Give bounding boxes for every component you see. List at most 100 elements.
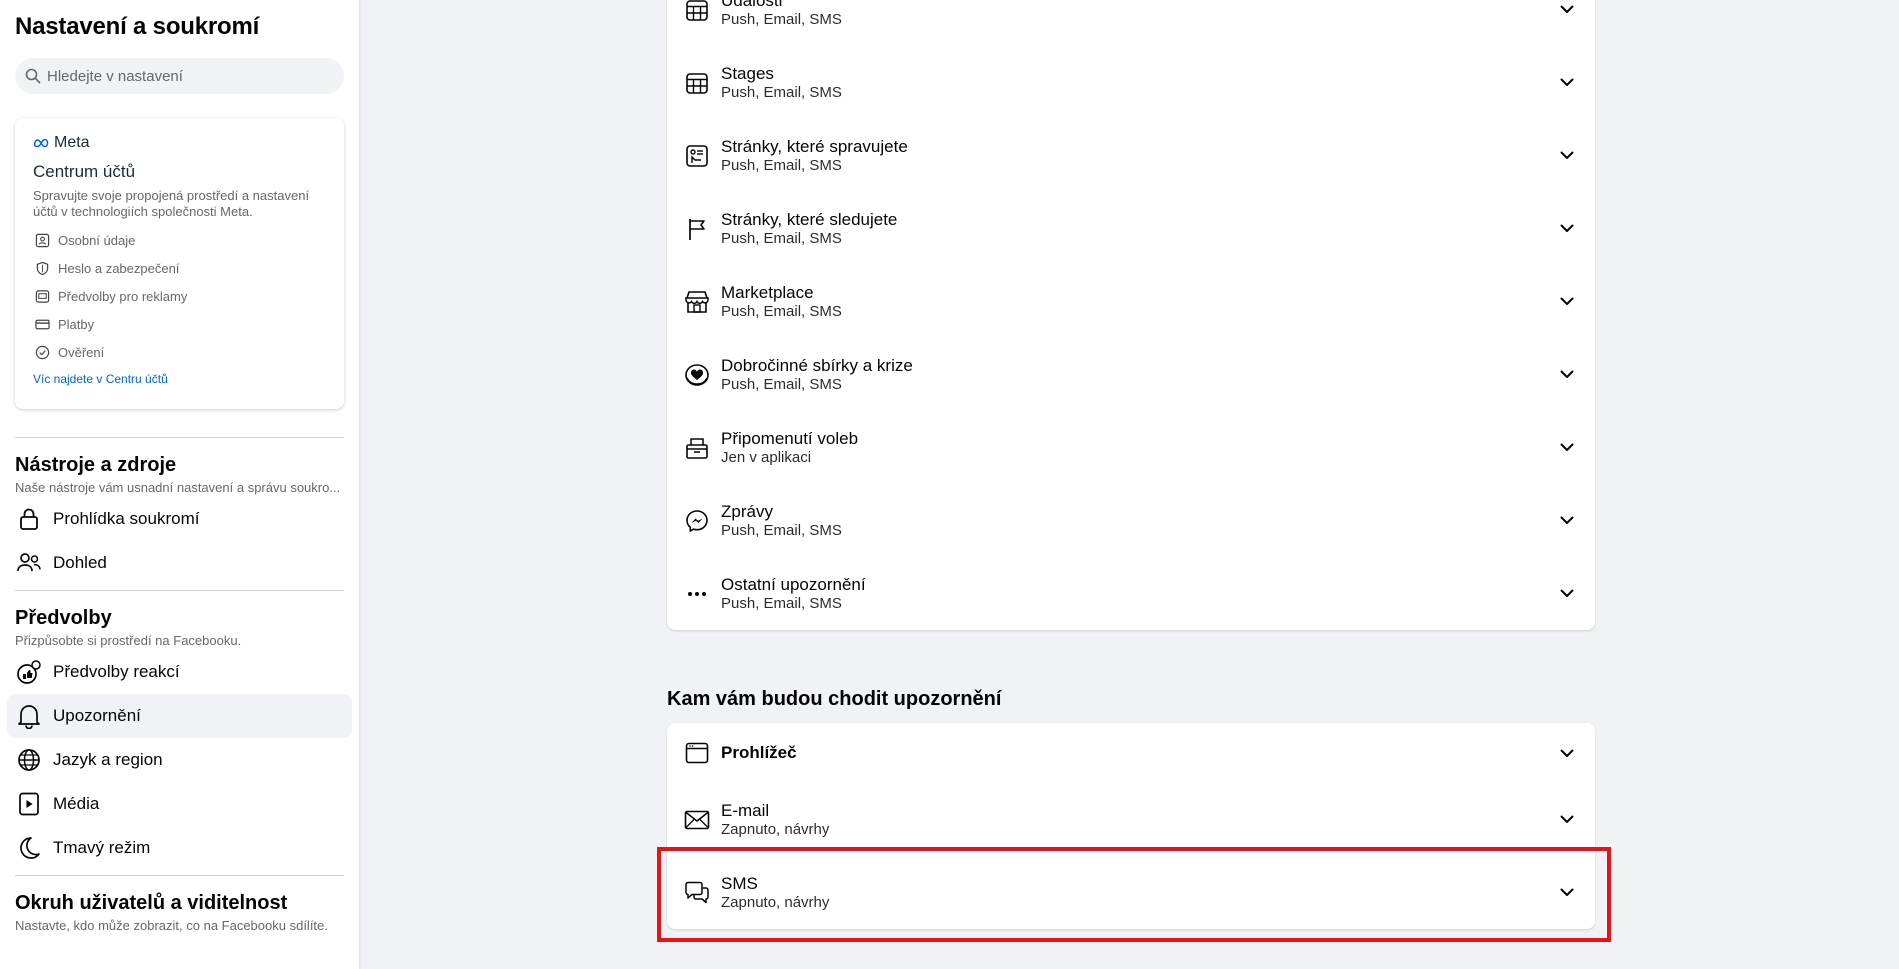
notif-row-other[interactable]: Ostatní upozornění Push, Email, SMS bbox=[667, 557, 1595, 630]
search-box[interactable] bbox=[15, 58, 344, 94]
meta-item-label: Osobní údaje bbox=[58, 232, 136, 248]
notif-row-events[interactable]: Události Push, Email, SMS bbox=[667, 0, 1595, 46]
nav-notifications[interactable]: Upozornění bbox=[7, 694, 352, 738]
nav-label: Tmavý režim bbox=[53, 838, 151, 857]
row-label: E-mail bbox=[721, 800, 770, 820]
credit-card-icon bbox=[33, 315, 51, 333]
accounts-center-description: Spravujte svoje propojená prostředí a na… bbox=[33, 188, 310, 219]
meta-logo-icon bbox=[33, 138, 49, 148]
nav-language-region[interactable]: Jazyk a region bbox=[7, 738, 352, 782]
divider bbox=[15, 590, 344, 591]
row-label: Prohlížeč bbox=[721, 743, 797, 762]
row-sub: Jen v aplikaci bbox=[721, 448, 812, 466]
chevron-down-icon[interactable] bbox=[1557, 219, 1577, 239]
notif-row-messages[interactable]: Zprávy Push, Email, SMS bbox=[667, 484, 1595, 557]
chevron-down-icon[interactable] bbox=[1557, 292, 1577, 312]
row-sub: Push, Email, SMS bbox=[721, 375, 842, 393]
chevron-down-icon[interactable] bbox=[1557, 584, 1577, 604]
chevron-down-icon[interactable] bbox=[1557, 438, 1577, 458]
ballot-box-icon bbox=[683, 434, 711, 462]
globe-icon bbox=[15, 746, 43, 774]
meta-item-security[interactable]: Heslo a zabezpečení bbox=[33, 254, 326, 282]
nav-label: Upozornění bbox=[53, 706, 141, 725]
row-sub: Push, Email, SMS bbox=[721, 302, 842, 320]
prefs-title: Předvolby bbox=[15, 607, 112, 629]
notif-row-managed-pages[interactable]: Stránky, které spravujete Push, Email, SM… bbox=[667, 119, 1595, 192]
row-label: Stránky, které spravujete bbox=[721, 136, 908, 156]
audience-subtitle: Nastavte, kdo může zobrazit, co na Faceb… bbox=[15, 918, 328, 933]
tools-title: Nástroje a zdroje bbox=[15, 454, 177, 476]
heart-coin-icon bbox=[683, 361, 711, 389]
audience-title: Okruh uživatelů a viditelnost bbox=[15, 892, 288, 914]
people-icon bbox=[15, 549, 43, 577]
meta-item-ads[interactable]: Předvolby pro reklamy bbox=[33, 282, 326, 310]
prefs-subtitle: Přizpůsobte si prostředí na Facebooku. bbox=[15, 633, 242, 648]
delivery-heading: Kam vám budou chodit upozornění bbox=[667, 688, 1002, 710]
nav-label: Předvolby reakcí bbox=[53, 662, 180, 681]
tools-subtitle: Naše nástroje vám usnadní nastavení a sp… bbox=[15, 480, 341, 495]
nav-label: Dohled bbox=[53, 553, 107, 572]
meta-item-payments[interactable]: Platby bbox=[33, 310, 326, 338]
reactions-icon bbox=[15, 658, 43, 686]
meta-item-personal[interactable]: Osobní údaje bbox=[33, 226, 326, 254]
nav-reaction-preferences[interactable]: Předvolby reakcí bbox=[7, 650, 352, 694]
meta-item-verification[interactable]: Ověření bbox=[33, 338, 326, 366]
meta-logo: Meta bbox=[33, 134, 326, 152]
row-label: Dobročinné sbírky a krize bbox=[721, 355, 913, 375]
settings-sidebar: Nastavení a soukromí Meta Centrum účtů S… bbox=[0, 0, 359, 969]
shield-icon bbox=[33, 259, 51, 277]
accounts-center-card[interactable]: Meta Centrum účtů Spravujte svoje propoj… bbox=[15, 118, 344, 409]
chevron-down-icon[interactable] bbox=[1557, 883, 1577, 903]
chevron-down-icon[interactable] bbox=[1557, 743, 1577, 763]
flag-icon bbox=[683, 215, 711, 243]
nav-privacy-checkup[interactable]: Prohlídka soukromí bbox=[7, 497, 352, 541]
notif-row-marketplace[interactable]: Marketplace Push, Email, SMS bbox=[667, 265, 1595, 338]
accounts-center-link[interactable]: Víc najdete v Centru účtů bbox=[33, 372, 326, 386]
row-label: Stages bbox=[721, 63, 774, 83]
nav-supervision[interactable]: Dohled bbox=[7, 541, 352, 585]
moon-icon bbox=[15, 834, 43, 862]
chevron-down-icon[interactable] bbox=[1557, 810, 1577, 830]
row-sub: Push, Email, SMS bbox=[721, 521, 842, 539]
row-sub: Push, Email, SMS bbox=[721, 83, 842, 101]
row-sub: Push, Email, SMS bbox=[721, 156, 842, 174]
row-sub: Push, Email, SMS bbox=[721, 229, 842, 247]
row-sub: Push, Email, SMS bbox=[721, 10, 842, 28]
chevron-down-icon[interactable] bbox=[1557, 73, 1577, 93]
search-input[interactable] bbox=[47, 67, 334, 85]
notif-row-stages[interactable]: Stages Push, Email, SMS bbox=[667, 46, 1595, 119]
delivery-row-sms[interactable]: SMS Zapnuto, návrhy bbox=[667, 856, 1595, 929]
delivery-row-email[interactable]: E-mail Zapnuto, návrhy bbox=[667, 783, 1595, 856]
meta-item-label: Heslo a zabezpečení bbox=[58, 260, 180, 276]
delivery-methods-card: Prohlížeč E-mail Zapnuto, návrhy SMS Zapnu… bbox=[667, 723, 1595, 929]
ad-icon bbox=[33, 287, 51, 305]
nav-label: Média bbox=[53, 794, 100, 813]
nav-label: Prohlídka soukromí bbox=[53, 509, 200, 528]
notif-row-followed-pages[interactable]: Stránky, které sledujete Push, Email, SMS bbox=[667, 192, 1595, 265]
check-badge-icon bbox=[33, 343, 51, 361]
messenger-icon bbox=[683, 507, 711, 535]
meta-logo-text: Meta bbox=[54, 134, 90, 151]
notif-row-voting-reminders[interactable]: Připomenutí voleb Jen v aplikaci bbox=[667, 411, 1595, 484]
row-label: Marketplace bbox=[721, 282, 814, 302]
bell-icon bbox=[15, 702, 43, 730]
nav-dark-mode[interactable]: Tmavý režim bbox=[7, 826, 352, 870]
row-label: SMS bbox=[721, 873, 758, 893]
meta-item-label: Ověření bbox=[58, 344, 105, 360]
calendar-icon bbox=[683, 0, 711, 24]
envelope-icon bbox=[683, 806, 711, 834]
delivery-row-browser[interactable]: Prohlížeč bbox=[667, 723, 1595, 783]
lock-icon bbox=[15, 505, 43, 533]
chevron-down-icon[interactable] bbox=[1557, 365, 1577, 385]
meta-item-label: Předvolby pro reklamy bbox=[58, 288, 188, 304]
notif-row-fundraisers[interactable]: Dobročinné sbírky a krize Push, Email, SM… bbox=[667, 338, 1595, 411]
chat-bubbles-icon bbox=[683, 879, 711, 907]
row-sub: Zapnuto, návrhy bbox=[721, 893, 830, 911]
chevron-down-icon[interactable] bbox=[1557, 146, 1577, 166]
nav-media[interactable]: Média bbox=[7, 782, 352, 826]
chevron-down-icon[interactable] bbox=[1557, 511, 1577, 531]
notification-types-card: Události Push, Email, SMS Stages Push, Ema… bbox=[667, 0, 1595, 630]
nav-label: Jazyk a region bbox=[53, 750, 163, 769]
storefront-icon bbox=[683, 288, 711, 316]
chevron-down-icon[interactable] bbox=[1557, 0, 1577, 20]
